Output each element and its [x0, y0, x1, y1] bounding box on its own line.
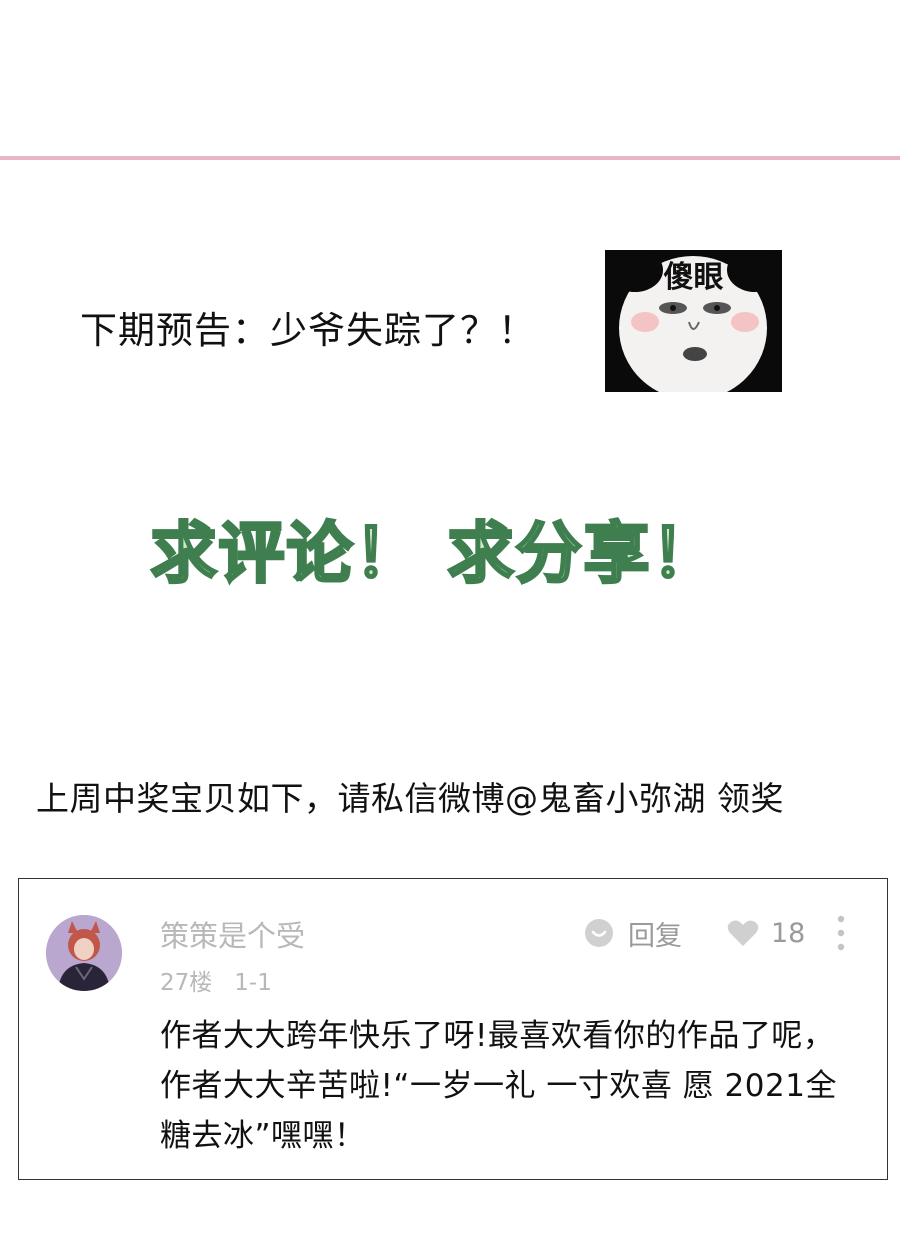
reply-label: 回复	[628, 920, 682, 952]
meme-image: 傻眼	[605, 250, 782, 392]
reply-bubble-icon	[585, 919, 613, 947]
like-count: 18	[771, 917, 806, 949]
more-vertical-icon	[837, 915, 845, 951]
pink-divider	[0, 156, 900, 160]
meme-caption: 傻眼	[663, 260, 724, 295]
comment-share-call-to-action: 求评论！ 求分享！	[149, 514, 720, 594]
heart-icon	[727, 920, 759, 946]
next-episode-preview: 下期预告：少爷失踪了？！	[80, 309, 536, 352]
comment-date: 1-1	[234, 970, 272, 996]
winners-announcement: 上周中奖宝贝如下，请私信微博@鬼畜小弥湖 领奖	[36, 779, 784, 818]
winner-comment-card: 策策是个受 27楼 1-1 回复 18 作者大大跨年快乐了呀!最喜欢看你的作品了呢…	[18, 878, 888, 1180]
comment-meta: 27楼 1-1	[160, 963, 272, 997]
avatar[interactable]	[46, 915, 122, 991]
avatar-icon	[46, 915, 122, 991]
more-options-button[interactable]	[831, 913, 851, 953]
reply-button[interactable]: 回复	[584, 913, 682, 953]
comment-floor: 27楼	[160, 970, 213, 996]
comment-username[interactable]: 策策是个受	[160, 913, 305, 955]
like-button[interactable]: 18	[727, 913, 805, 953]
comment-body: 作者大大跨年快乐了呀!最喜欢看你的作品了呢，作者大大辛苦啦!“一岁一礼 一寸欢喜…	[160, 1018, 837, 1154]
